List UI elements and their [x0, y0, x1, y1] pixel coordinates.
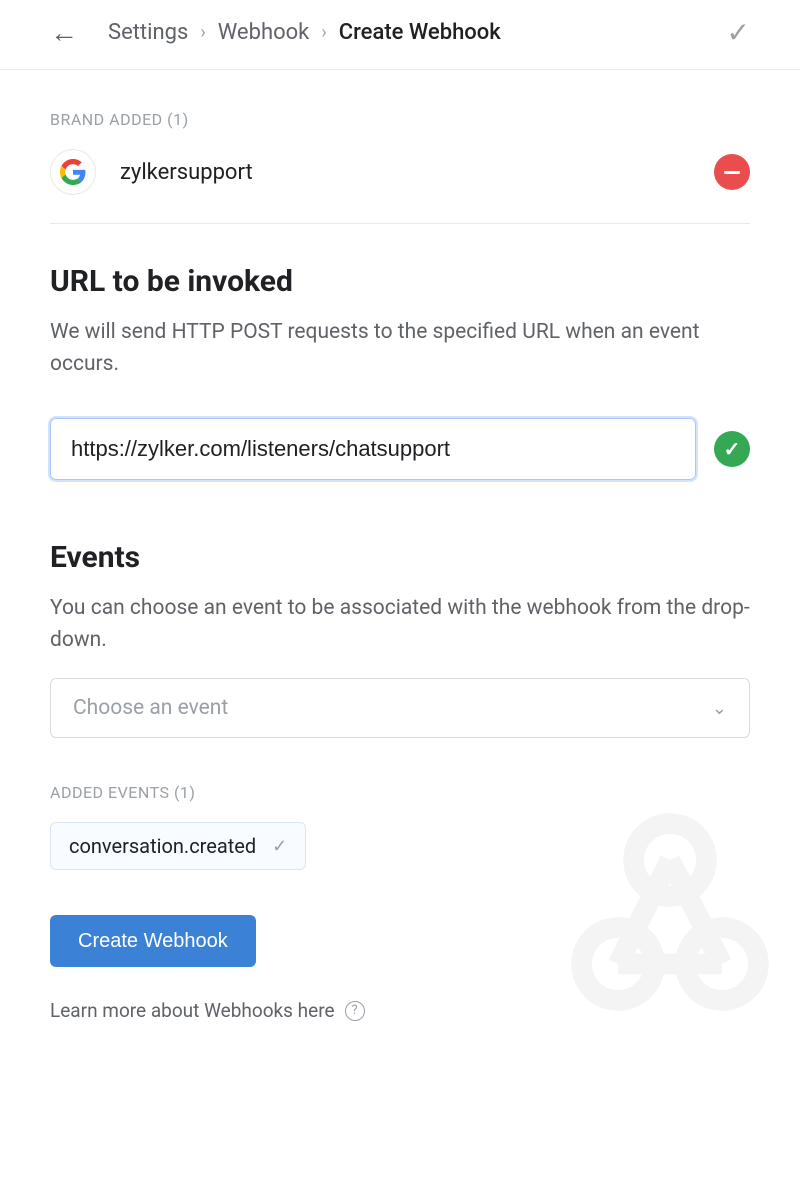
added-events-label: ADDED EVENTS (1) [50, 783, 750, 802]
breadcrumb-settings[interactable]: Settings [108, 20, 188, 45]
learn-more-link[interactable]: Learn more about Webhooks here ? [50, 999, 750, 1022]
event-chip-label: conversation.created [69, 834, 256, 858]
confirm-check-icon[interactable]: ✓ [727, 16, 750, 49]
chevron-right-icon: › [200, 22, 205, 43]
events-section-title: Events [50, 540, 750, 575]
create-webhook-button[interactable]: Create Webhook [50, 915, 256, 967]
brand-logo-icon [50, 149, 96, 195]
minus-icon [724, 171, 740, 174]
event-select[interactable]: Choose an event ⌄ [50, 678, 750, 738]
check-icon: ✓ [272, 836, 287, 857]
chevron-right-icon: › [321, 22, 326, 43]
added-event-chip[interactable]: conversation.created ✓ [50, 822, 306, 870]
url-section-description: We will send HTTP POST requests to the s… [50, 317, 750, 380]
remove-brand-button[interactable] [714, 154, 750, 190]
breadcrumb: Settings › Webhook › Create Webhook [108, 20, 501, 45]
url-section-title: URL to be invoked [50, 264, 750, 299]
page-header: ← Settings › Webhook › Create Webhook ✓ [0, 0, 800, 70]
breadcrumb-current: Create Webhook [339, 20, 501, 45]
event-select-placeholder: Choose an event [73, 696, 228, 720]
brand-row: zylkersupport [50, 149, 750, 224]
help-icon: ? [345, 1001, 365, 1021]
brand-name: zylkersupport [120, 160, 253, 185]
brand-added-label: BRAND ADDED (1) [50, 110, 750, 129]
learn-more-text: Learn more about Webhooks here [50, 999, 335, 1022]
webhook-url-input[interactable] [50, 418, 696, 480]
events-section-description: You can choose an event to be associated… [50, 593, 750, 656]
back-arrow-icon[interactable]: ← [50, 19, 78, 47]
breadcrumb-webhook[interactable]: Webhook [218, 20, 310, 45]
chevron-down-icon: ⌄ [712, 698, 727, 719]
url-valid-icon: ✓ [714, 431, 750, 467]
